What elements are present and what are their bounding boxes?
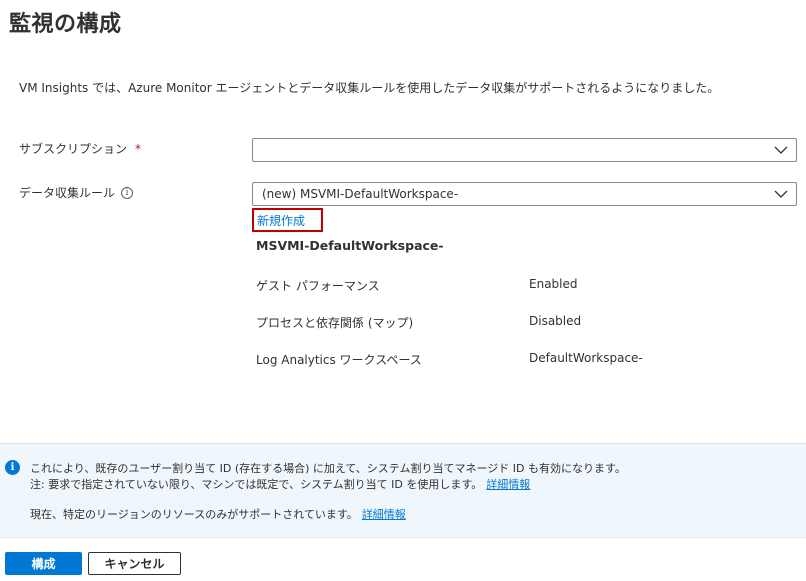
chevron-down-icon: [774, 146, 788, 154]
dcr-dropdown[interactable]: (new) MSVMI-DefaultWorkspace-: [252, 182, 797, 206]
page-title: 監視の構成: [9, 12, 122, 37]
create-new-highlight: 新規作成: [252, 208, 323, 232]
configure-button[interactable]: 構成: [5, 552, 82, 575]
banner-line-1: これにより、既存のユーザー割り当て ID (存在する場合) に加えて、システム割…: [30, 462, 626, 475]
subscription-label: サブスクリプション *: [19, 140, 141, 157]
chevron-down-icon: [774, 190, 788, 198]
dcr-label-text: データ収集ルール: [19, 186, 116, 200]
footer-divider: [0, 537, 806, 538]
info-icon: i: [5, 460, 20, 475]
info-banner: i これにより、既存のユーザー割り当て ID (存在する場合) に加えて、システ…: [0, 443, 806, 537]
dcr-label: データ収集ルール i: [19, 184, 134, 201]
dcr-value: (new) MSVMI-DefaultWorkspace-: [262, 187, 459, 201]
create-new-link[interactable]: 新規作成: [257, 214, 305, 228]
info-icon[interactable]: i: [121, 186, 134, 199]
banner-line-3: 現在、特定のリージョンのリソースのみがサポートされています。 詳細情報: [30, 506, 406, 522]
detail-value-log-analytics-workspace: DefaultWorkspace-: [529, 351, 643, 365]
detail-value-process-dependencies: Disabled: [529, 314, 582, 328]
detail-key-guest-performance: ゲスト パフォーマンス: [256, 279, 380, 293]
intro-text: VM Insights では、Azure Monitor エージェントとデータ収…: [19, 81, 720, 95]
required-mark: *: [135, 141, 142, 156]
cancel-button[interactable]: キャンセル: [88, 552, 181, 575]
learn-more-link[interactable]: 詳細情報: [486, 478, 530, 491]
subscription-label-text: サブスクリプション: [19, 142, 128, 156]
banner-line-3-text: 現在、特定のリージョンのリソースのみがサポートされています。: [30, 508, 358, 521]
learn-more-link[interactable]: 詳細情報: [362, 508, 406, 521]
detail-key-process-dependencies: プロセスと依存関係 (マップ): [256, 316, 414, 330]
detail-value-guest-performance: Enabled: [529, 277, 578, 291]
banner-line-2: 注: 要求で指定されていない限り、マシンでは既定で、システム割り当て ID を使…: [30, 476, 530, 492]
rule-name: MSVMI-DefaultWorkspace-: [256, 238, 444, 253]
detail-key-log-analytics-workspace: Log Analytics ワークスペース: [256, 353, 422, 367]
subscription-dropdown[interactable]: [252, 138, 797, 162]
banner-line-2-text: 注: 要求で指定されていない限り、マシンでは既定で、システム割り当て ID を使…: [30, 478, 483, 491]
